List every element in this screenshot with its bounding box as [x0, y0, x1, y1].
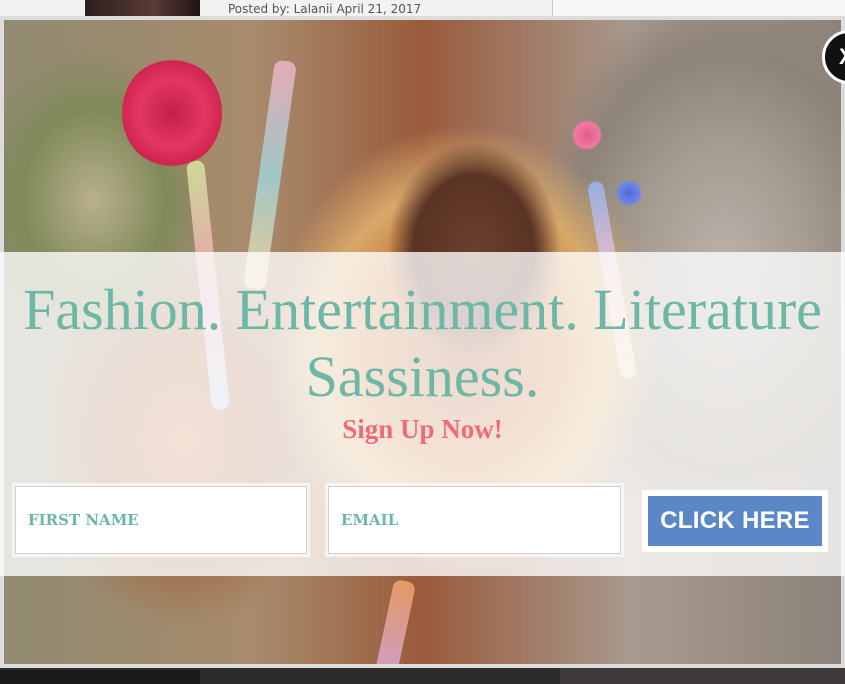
- close-icon: X: [839, 44, 845, 69]
- flower-decoration: [572, 120, 602, 150]
- background-page-footer: [0, 666, 845, 684]
- popup-headline: Fashion. Entertainment. Literature: [23, 277, 822, 342]
- first-name-field[interactable]: [15, 486, 307, 554]
- flower-decoration: [616, 180, 642, 206]
- flower-decoration: [122, 58, 222, 168]
- email-field[interactable]: [328, 486, 621, 554]
- popup-headline-line2: Sassiness.: [305, 344, 540, 409]
- submit-button[interactable]: CLICK HERE: [642, 490, 828, 552]
- signup-cta-text: Sign Up Now!: [342, 414, 503, 444]
- post-byline: Posted by: Lalanii April 21, 2017: [228, 2, 422, 16]
